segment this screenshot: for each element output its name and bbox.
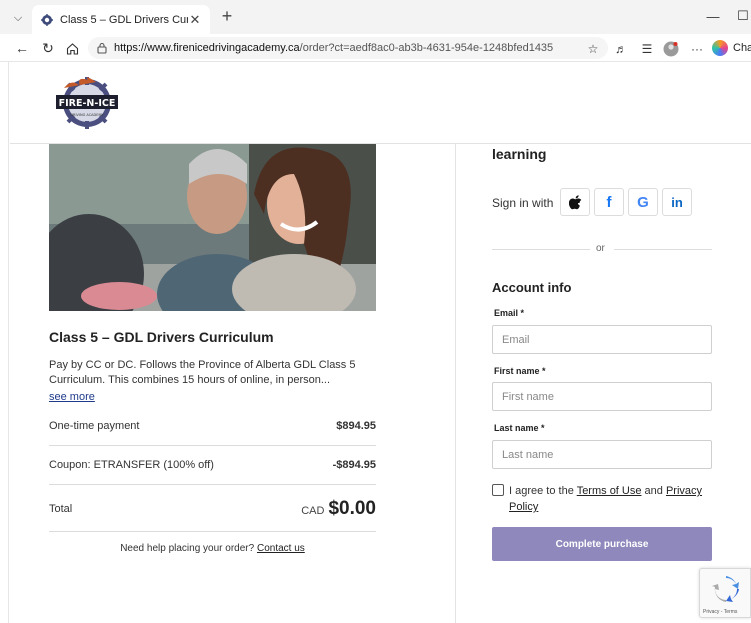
- back-icon[interactable]: ←: [12, 39, 32, 57]
- site-logo[interactable]: FIRE-N-ICE DRIVING ACADEMY: [52, 74, 122, 132]
- terms-text: I agree to the Terms of Use and Privacy …: [492, 483, 717, 515]
- terms-of-use-link[interactable]: Terms of Use: [577, 485, 642, 497]
- browser-tab[interactable]: Class 5 – GDL Drivers Curriculum ✕: [32, 5, 210, 34]
- page-left-border: [8, 62, 9, 623]
- product-image: [49, 144, 376, 311]
- copilot-icon: [712, 40, 728, 56]
- svg-text:DRIVING ACADEMY: DRIVING ACADEMY: [70, 113, 104, 117]
- last-name-field[interactable]: [492, 440, 712, 469]
- site-header: FIRE-N-ICE DRIVING ACADEMY: [10, 62, 751, 144]
- line-item-label: One-time payment: [49, 420, 140, 432]
- tab-list-icon[interactable]: ⌵: [8, 8, 28, 28]
- summary-divider: [49, 445, 376, 446]
- maximize-icon[interactable]: ☐: [728, 6, 751, 26]
- total-currency: CAD: [301, 505, 325, 517]
- page-viewport: FIRE-N-ICE DRIVING ACADEMY Class 5 – GDL…: [0, 62, 751, 623]
- logo-text: FIRE-N-ICE: [59, 98, 116, 109]
- tab-close-icon[interactable]: ✕: [188, 12, 202, 28]
- recaptcha-icon: [712, 576, 739, 602]
- home-icon[interactable]: [62, 39, 82, 57]
- separator-line: [492, 249, 590, 250]
- total-value: CAD $0.00: [301, 498, 376, 520]
- column-divider: [455, 144, 456, 623]
- refresh-icon[interactable]: ↻: [38, 39, 58, 57]
- tab-title: Class 5 – GDL Drivers Curriculum: [60, 13, 188, 26]
- favorite-icon[interactable]: ☆: [584, 40, 602, 58]
- line-item-row: One-time payment $894.95: [49, 420, 376, 432]
- summary-divider: [49, 531, 376, 532]
- site-favicon-icon: [41, 13, 53, 26]
- or-separator: or: [492, 243, 712, 255]
- google-sign-in-button[interactable]: G: [628, 188, 658, 216]
- new-tab-button[interactable]: +: [217, 6, 237, 26]
- first-name-label: First name *: [494, 366, 546, 376]
- recaptcha-label: Privacy - Terms: [703, 609, 738, 615]
- copilot-button[interactable]: Chat: [712, 40, 751, 56]
- more-icon[interactable]: ···: [688, 40, 706, 58]
- account-info-heading: Account info: [492, 280, 572, 295]
- apple-icon: [568, 194, 581, 209]
- sign-in-label: Sign in with: [492, 196, 554, 210]
- minimize-icon[interactable]: —: [698, 6, 728, 26]
- url-path: /order?ct=aedf8ac0-ab3b-4631-954e-1248bf…: [299, 42, 554, 54]
- or-text: or: [596, 243, 605, 254]
- profile-icon[interactable]: [662, 40, 680, 58]
- email-field[interactable]: [492, 325, 712, 354]
- contact-us-link[interactable]: Contact us: [257, 543, 305, 554]
- complete-purchase-button[interactable]: Complete purchase: [492, 527, 712, 561]
- separator-line: [614, 249, 712, 250]
- total-row: Total CAD $0.00: [49, 498, 376, 520]
- favorites-bar-icon[interactable]: ☰: [638, 40, 656, 58]
- see-more-link[interactable]: see more: [49, 391, 95, 403]
- product-description: Pay by CC or DC. Follows the Province of…: [49, 359, 356, 386]
- terms-checkbox[interactable]: [492, 484, 504, 496]
- copilot-label: Chat: [733, 42, 751, 54]
- help-label: Need help placing your order?: [120, 543, 255, 554]
- help-text: Need help placing your order? Contact us: [49, 543, 376, 554]
- coupon-amount: -$894.95: [332, 459, 376, 471]
- lock-icon: [97, 42, 107, 54]
- line-item-amount: $894.95: [336, 420, 376, 432]
- linkedin-icon: in: [671, 194, 683, 210]
- email-label: Email *: [494, 308, 525, 318]
- url-host: https://www.firenicedrivingacademy.ca: [114, 42, 300, 54]
- google-icon: G: [637, 193, 649, 211]
- total-amount: $0.00: [328, 498, 376, 519]
- url-field[interactable]: https://www.firenicedrivingacademy.ca/or…: [88, 37, 608, 59]
- checkout-heading: learning: [492, 146, 547, 162]
- terms-and: and: [644, 485, 663, 497]
- terms-prefix: I agree to the: [509, 485, 574, 497]
- last-name-label: Last name *: [494, 423, 545, 433]
- coupon-row: Coupon: ETRANSFER (100% off) -$894.95: [49, 459, 376, 471]
- browser-tab-bar: ⌵ Class 5 – GDL Drivers Curriculum ✕ + —…: [0, 0, 751, 34]
- facebook-sign-in-button[interactable]: f: [594, 188, 624, 216]
- facebook-icon: f: [606, 193, 612, 211]
- read-aloud-icon[interactable]: ♬: [612, 40, 630, 58]
- apple-sign-in-button[interactable]: [560, 188, 590, 216]
- total-label: Total: [49, 503, 73, 515]
- recaptcha-badge[interactable]: Privacy - Terms: [699, 568, 751, 618]
- coupon-label: Coupon: ETRANSFER (100% off): [49, 459, 214, 471]
- terms-agreement: I agree to the Terms of Use and Privacy …: [492, 483, 717, 515]
- address-bar-row: ← ↻ https://www.firenicedrivingacademy.c…: [0, 34, 751, 62]
- first-name-field[interactable]: [492, 382, 712, 411]
- linkedin-sign-in-button[interactable]: in: [662, 188, 692, 216]
- summary-divider: [49, 484, 376, 485]
- product-title: Class 5 – GDL Drivers Curriculum: [49, 329, 274, 345]
